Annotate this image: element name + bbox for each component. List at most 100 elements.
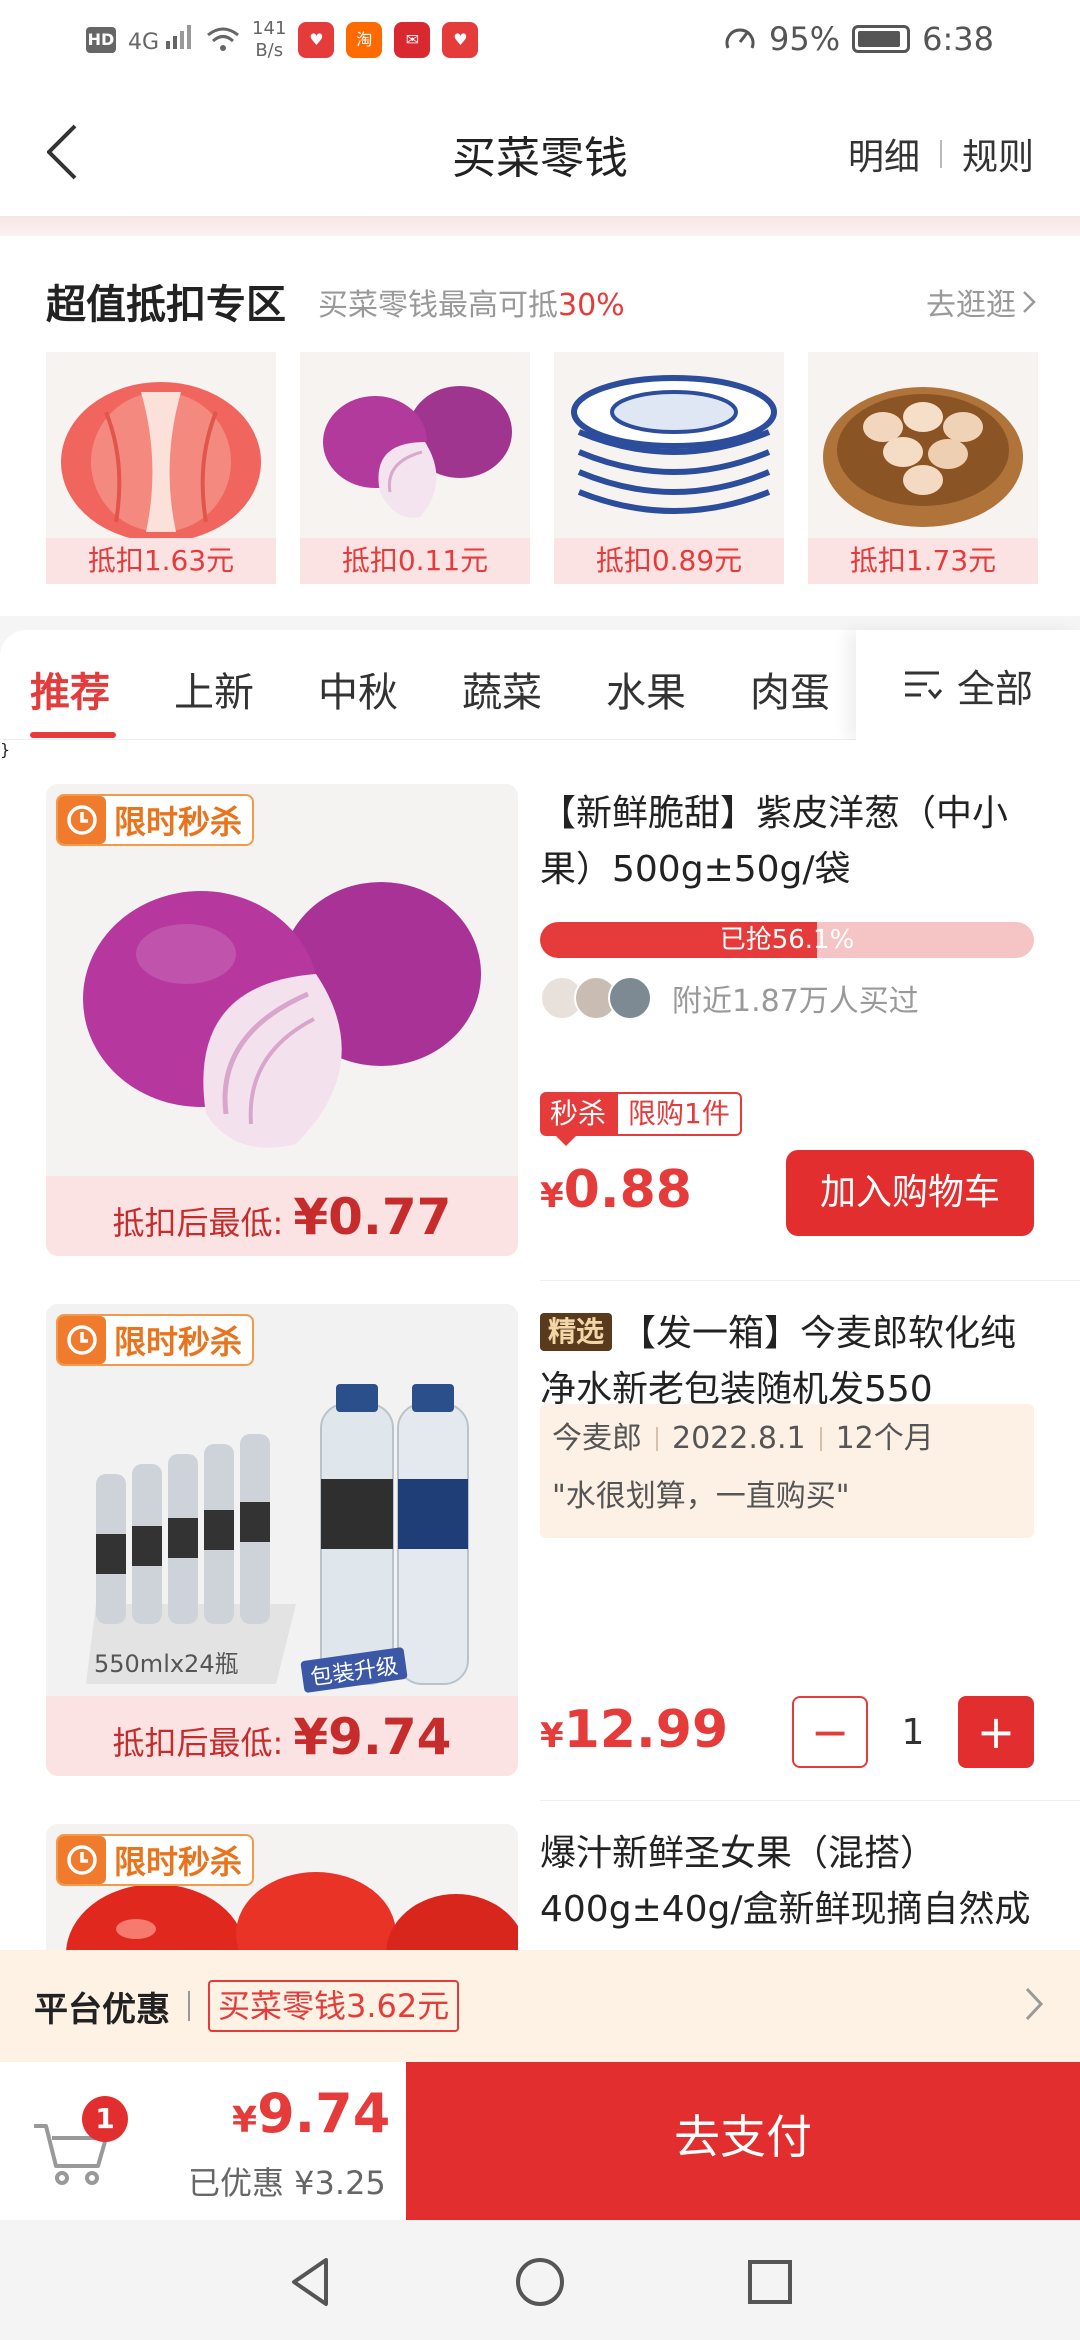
total-value: 9.74 [257,2082,391,2145]
checkout-bar: 1 ¥9.74 已优惠 ¥3.25 去支付 [0,2062,1080,2220]
tab-mid-autumn[interactable]: 中秋 [318,660,398,718]
attr-divider [656,1427,658,1451]
cart-count-badge: 1 [82,2096,128,2142]
back-triangle-icon[interactable] [282,2254,338,2310]
status-bar: HD 4G 141 B/s ♥ 淘 ✉ ♥ 95% 6:38 [0,0,1080,82]
system-nav-bar [0,2220,1080,2340]
sale-price: ¥12.99 [540,1700,728,1760]
production-date: 2022.8.1 [672,1421,806,1456]
status-right: 95% 6:38 [723,20,994,58]
product-title[interactable]: 【新鲜脆甜】紫皮洋葱（中小果）500g±50g/袋 [540,786,1040,898]
clock-icon [58,1316,106,1364]
tab-recommend[interactable]: 推荐 [30,660,110,718]
product-info-box: 今麦郎 2022.8.1 12个月 "水很划算，一直购买" [540,1404,1034,1538]
deduct-label: 抵扣后最低: [112,1204,284,1242]
deduction-zone: 超值抵扣专区 买菜零钱最高可抵30% 去逛逛 抵扣1.63元 抵扣0.11元 抵… [0,236,1080,616]
zone-more-label: 去逛逛 [926,288,1016,323]
sale-price: ¥0.88 [540,1160,692,1220]
sold-progress-text: 已抢56.1% [719,925,855,955]
zone-subtitle-text: 买菜零钱最高可抵 [318,288,558,323]
plus-button[interactable]: + [958,1696,1034,1768]
product-attributes: 今麦郎 2022.8.1 12个月 [552,1410,1022,1468]
app-notification-icon: ♥ [298,22,335,58]
battery-icon [852,25,911,53]
minus-button[interactable]: − [792,1696,868,1768]
zone-item-pomelo[interactable]: 抵扣1.63元 [46,352,276,584]
flash-sale-label: 限时秒杀 [114,1323,243,1361]
zone-item-eggs[interactable]: 抵扣1.73元 [808,352,1038,584]
product-title[interactable]: 爆汁新鲜圣女果（混搭）400g±40g/盒新鲜现摘自然成 [540,1826,1040,1938]
clock-icon [58,1836,106,1884]
product-title[interactable]: 精选 【发一箱】今麦郎软化纯净水新老包装随机发550 [540,1306,1040,1418]
tab-fruit[interactable]: 水果 [606,660,686,718]
deduct-price: ¥9.74 [293,1708,452,1766]
signal-icon: 4G [128,25,194,55]
promo-chip: 买菜零钱3.62元 [208,1980,460,2032]
platform-promo-bar[interactable]: 平台优惠 买菜零钱3.62元 [0,1950,1080,2062]
shelf-life: 12个月 [835,1421,934,1456]
saved-amount: 已优惠 ¥3.25 [188,2164,386,2202]
taobao-notification-icon: 淘 [346,22,383,58]
tab-new[interactable]: 上新 [174,660,254,718]
home-circle-icon[interactable] [512,2254,568,2310]
review-row: "水很划算，一直购买" [552,1468,1022,1526]
tab-active-indicator [30,732,116,738]
zone-title: 超值抵扣专区 [46,282,286,328]
promo-title: 平台优惠 [34,1989,170,2030]
product-image[interactable]: 限时秒杀 550mlx24瓶 包装升级 抵扣后最低: ¥9.74 [46,1304,518,1776]
hd-icon: HD [86,27,116,53]
product-image[interactable]: 限时秒杀 [46,1824,518,1950]
product-list: 限时秒杀 抵扣后最低: ¥0.77 【新鲜脆甜】紫皮洋葱（中小果）500g±50… [0,740,1080,1950]
zone-subtitle: 买菜零钱最高可抵30% [318,280,625,324]
flash-sale-badge: 限时秒杀 [56,794,255,846]
network-type: 4G [128,30,160,55]
battery-percent: 95% [769,20,841,58]
speed-value: 141 [252,18,287,39]
flash-sale-badge: 限时秒杀 [56,1314,255,1366]
review-quote: "水很划算，一直购买" [552,1479,850,1514]
price-value: 0.88 [563,1160,692,1220]
tab-all-label: 全部 [956,666,1033,711]
limit-tag: 限购1件 [616,1092,742,1136]
flash-tags: 秒杀 限购1件 [540,1092,742,1146]
product-card[interactable]: 限时秒杀 抵扣后最低: ¥0.77 【新鲜脆甜】紫皮洋葱（中小果）500g±50… [0,740,1080,1260]
zone-item-onion[interactable]: 抵扣0.11元 [300,352,530,584]
tab-all-button[interactable]: 全部 [856,630,1080,740]
detail-link[interactable]: 明细 [848,128,920,180]
quantity-stepper: − 1 + [792,1696,1034,1768]
tab-vegetables[interactable]: 蔬菜 [462,660,542,718]
filter-list-icon [904,671,943,700]
flash-sale-label: 限时秒杀 [114,1843,243,1881]
deduct-price-band: 抵扣后最低: ¥9.74 [46,1696,518,1776]
promo-divider [188,1991,190,2021]
buyers-row: 附近1.87万人买过 [540,976,919,1020]
clock: 6:38 [922,20,994,58]
deduct-price: ¥0.77 [293,1188,452,1246]
rules-link[interactable]: 规则 [962,128,1034,180]
product-card[interactable]: 限时秒杀 爆汁新鲜圣女果（混搭）400g±40g/盒新鲜现摘自然成 [0,1780,1080,1950]
product-image[interactable]: 限时秒杀 抵扣后最低: ¥0.77 [46,784,518,1256]
deduct-price-band: 抵扣后最低: ¥0.77 [46,1176,518,1256]
zone-more-link[interactable]: 去逛逛 [926,280,1036,324]
nav-bar: 买菜零钱 明细 规则 [0,82,1080,222]
image-caption: 550mlx24瓶 [94,1650,239,1678]
add-to-cart-button[interactable]: 加入购物车 [786,1150,1034,1236]
nav-divider [939,140,942,168]
tab-meat-eggs[interactable]: 肉蛋 [750,660,830,718]
price-value: 12.99 [563,1700,729,1760]
zone-item-bowls[interactable]: 抵扣0.89元 [554,352,784,584]
huawei-notification-icon: ✉ [394,22,431,58]
flash-sale-badge: 限时秒杀 [56,1834,255,1886]
nav-actions: 明细 规则 [848,128,1034,180]
app-notification-icon-2: ♥ [442,22,479,58]
recent-apps-icon[interactable] [742,2254,798,2310]
total-price: ¥9.74 [232,2082,390,2145]
pay-button[interactable]: 去支付 [406,2062,1080,2220]
speed-unit: B/s [255,40,284,61]
chevron-right-icon [1023,291,1036,313]
zone-item-deduct: 抵扣1.63元 [46,538,276,584]
zone-item-deduct: 抵扣1.73元 [808,538,1038,584]
avatar [608,976,652,1020]
product-card[interactable]: 限时秒杀 550mlx24瓶 包装升级 抵扣后最低: ¥9.74 精选 【发一箱】… [0,1260,1080,1780]
speedometer-icon [725,28,755,49]
